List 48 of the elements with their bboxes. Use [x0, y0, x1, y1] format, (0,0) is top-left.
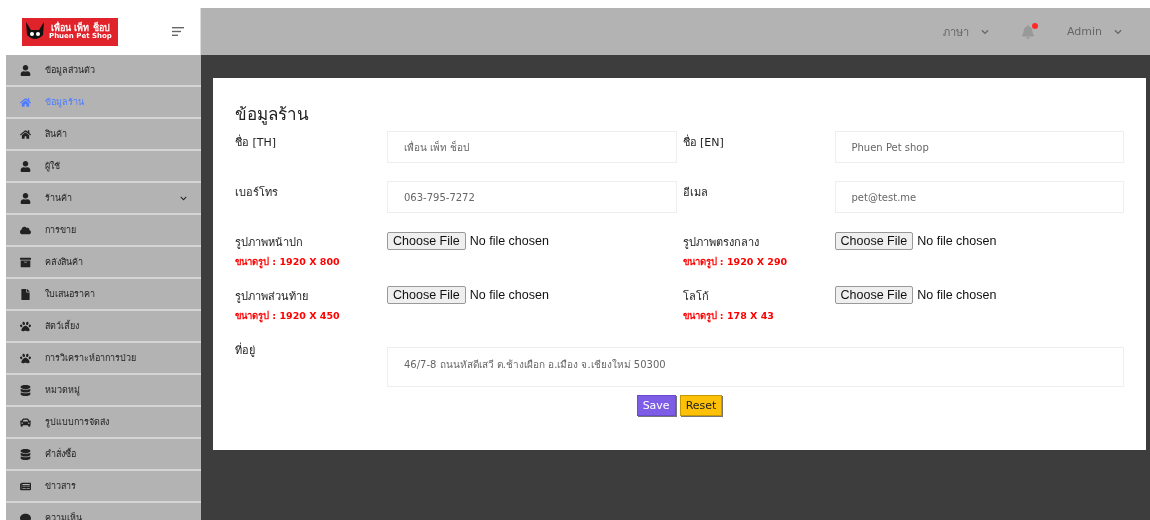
file-status: No file chosen	[469, 234, 549, 248]
image-size-hint: ขนาดรูป : 1920 X 290	[682, 255, 789, 269]
save-button[interactable]: Save	[636, 395, 676, 416]
choose-file-button[interactable]: Choose File	[387, 286, 466, 304]
paw-icon	[20, 352, 31, 364]
field-label: รูปภาพหน้าปก	[235, 235, 304, 251]
database-icon	[20, 384, 31, 396]
file-status: No file chosen	[917, 234, 997, 248]
paw-icon	[20, 320, 31, 332]
field-label: อีเมล	[682, 185, 709, 201]
file-status: No file chosen	[917, 288, 997, 302]
field-label: รูปภาพส่วนท้าย	[235, 289, 309, 305]
input-field[interactable]: 063-795-7272	[387, 181, 677, 213]
image-size-hint: ขนาดรูป : 178 X 43	[682, 309, 775, 323]
document-icon	[20, 288, 31, 300]
field-label: ชื่อ [TH]	[235, 133, 278, 151]
database-icon	[20, 448, 31, 460]
chevron-down-icon	[1114, 27, 1122, 36]
input-field[interactable]: Phuen Pet shop	[834, 131, 1124, 163]
cloud-icon	[20, 224, 31, 236]
image-size-hint: ขนาดรูป : 1920 X 800	[235, 255, 341, 269]
form-title: ข้อมูลร้าน	[235, 103, 310, 127]
choose-file-button[interactable]: Choose File	[387, 232, 466, 250]
user-icon	[20, 192, 31, 204]
field-label: ชื่อ [EN]	[682, 133, 725, 151]
menu-icon[interactable]	[172, 27, 184, 36]
input-field[interactable]: เพื่อน เพ็ท ช็อป	[387, 131, 677, 163]
car-icon	[20, 416, 31, 428]
image-size-hint: ขนาดรูป : 1920 X 450	[235, 309, 341, 323]
newspaper-icon	[20, 480, 31, 492]
archive-box-icon	[20, 256, 31, 268]
choose-file-button[interactable]: Choose File	[834, 286, 914, 304]
field-label: รูปภาพตรงกลาง	[682, 235, 760, 251]
input-field[interactable]: 46/7-8 ถนนหัสดีเสวี ต.ช้างเผือก อ.เมือง จ.เชียงใหม่ 50300	[387, 347, 1124, 387]
input-field[interactable]: pet@test.me	[834, 181, 1124, 213]
file-status: No file chosen	[469, 288, 549, 302]
home-icon	[20, 96, 31, 108]
choose-file-button[interactable]: Choose File	[834, 232, 914, 250]
logo-title: เพื่อน เพ็ท ช็อป	[51, 23, 110, 33]
field-label: โลโก้	[682, 289, 710, 305]
user-icon	[20, 64, 31, 76]
speech-bubble-icon	[20, 512, 31, 520]
home-icon	[20, 128, 31, 140]
chevron-down-icon	[980, 27, 989, 36]
field-label: ที่อยู่	[235, 341, 256, 359]
reset-button[interactable]: Reset	[679, 395, 723, 416]
user-icon	[20, 160, 31, 172]
field-label: เบอร์โทร	[235, 185, 279, 201]
